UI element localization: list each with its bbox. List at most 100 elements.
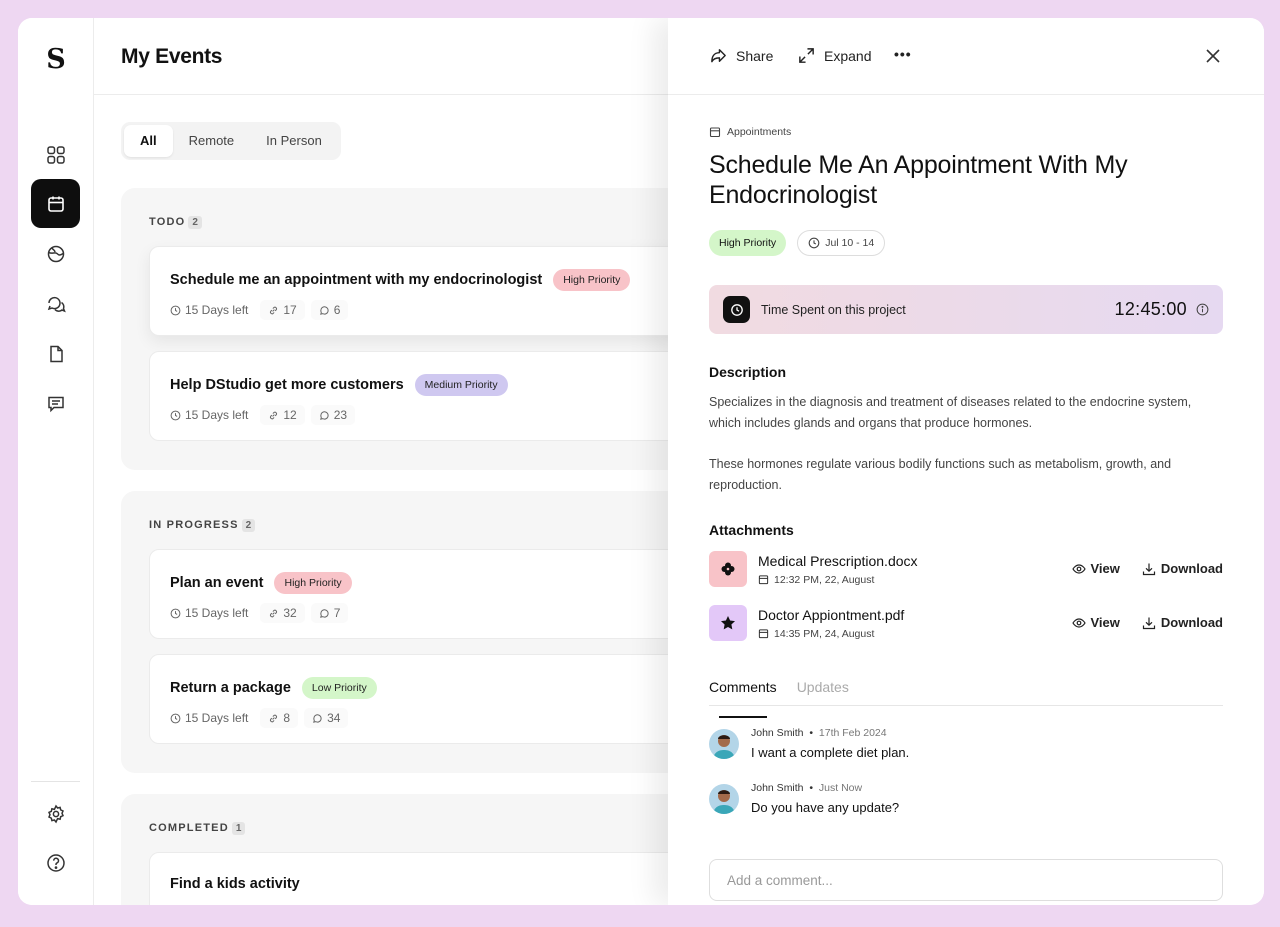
comment-count: 7 <box>310 603 349 623</box>
attachment-name[interactable]: Doctor Appiontment.pdf <box>758 607 904 623</box>
stopwatch-icon <box>723 296 750 323</box>
task-meta: 15 Days left 12 23 <box>170 405 688 425</box>
task-detail-title: Schedule Me An Appointment With My Endoc… <box>709 151 1128 209</box>
filter-tab-in-person[interactable]: In Person <box>250 125 338 157</box>
panel-header: Share Expand ••• <box>668 18 1264 95</box>
priority-badge: High Priority <box>709 230 787 256</box>
clock-icon <box>170 410 181 420</box>
comment-icon <box>319 410 329 420</box>
share-label: Share <box>736 47 774 64</box>
help-icon <box>46 853 65 872</box>
flower-icon <box>721 562 735 576</box>
sidebar-item-dashboard[interactable] <box>31 130 80 179</box>
link-icon <box>270 714 278 722</box>
sidebar-item-help[interactable] <box>31 838 80 887</box>
link-icon <box>270 306 278 314</box>
link-count: 32 <box>260 603 305 623</box>
attachment-date: 14:35 PM, 24, August <box>758 628 904 640</box>
group-in-progress: IN PROGRESS 2 Plan an event High Priority … <box>121 491 689 773</box>
comment-input[interactable] <box>709 859 1223 901</box>
calendar-icon <box>47 196 64 212</box>
sidebar-item-messages[interactable] <box>31 379 80 428</box>
group-title: TODO 2 <box>149 216 202 229</box>
view-button[interactable]: View <box>1071 615 1120 630</box>
download-button[interactable]: Download <box>1142 615 1223 630</box>
task-card[interactable]: Plan an event High Priority 15 Days left … <box>149 549 689 639</box>
globe-icon <box>47 245 64 262</box>
sidebar: S <box>18 18 94 905</box>
time-spent-bar: Time Spent on this project 12:45:00 <box>709 285 1223 334</box>
group-title: IN PROGRESS 2 <box>149 519 256 532</box>
sidebar-item-calendar[interactable] <box>31 179 80 228</box>
filter-tab-all[interactable]: All <box>124 125 173 157</box>
share-button[interactable]: Share <box>709 46 773 65</box>
expand-label: Expand <box>824 47 872 64</box>
events-board: My Events All Remote In Person TODO 2 Sch… <box>94 18 689 905</box>
link-icon <box>270 609 278 617</box>
app-window: S My Events All Remote In Person TODO 2 … <box>18 18 1264 905</box>
sidebar-item-documents[interactable] <box>31 329 80 378</box>
group-completed: COMPLETED 1 Find a kids activity <box>121 794 689 905</box>
tab-comments[interactable]: Comments <box>709 679 777 718</box>
comment-text: I want a complete diet plan. <box>751 745 910 760</box>
group-todo: TODO 2 Schedule me an appointment with my… <box>121 188 689 470</box>
view-button[interactable]: View <box>1071 561 1120 576</box>
download-button[interactable]: Download <box>1142 561 1223 576</box>
time-spent-value: 12:45:00 <box>1114 299 1187 319</box>
task-card[interactable]: Find a kids activity <box>149 852 689 905</box>
expand-button[interactable]: Expand <box>797 46 871 65</box>
task-card[interactable]: Schedule me an appointment with my endoc… <box>149 246 689 336</box>
close-icon[interactable] <box>1204 47 1222 65</box>
star-icon <box>721 616 735 630</box>
sidebar-item-chat[interactable] <box>31 279 80 328</box>
panel-body: Appointments Schedule Me An Appointment … <box>709 126 1223 901</box>
chat-icon <box>47 296 66 312</box>
info-icon[interactable] <box>1196 303 1209 316</box>
priority-badge: Medium Priority <box>414 374 508 396</box>
comment-meta: John Smith • 17th Feb 2024 <box>751 727 887 739</box>
group-count: 2 <box>188 216 202 229</box>
app-logo: S <box>46 44 66 75</box>
calendar-icon <box>758 629 769 639</box>
task-meta: 15 Days left 8 34 <box>170 708 688 728</box>
page-title: My Events <box>121 45 223 68</box>
task-title: Help DStudio get more customers <box>170 377 404 393</box>
calendar-icon <box>758 575 769 585</box>
calendar-icon <box>709 127 721 138</box>
priority-badge: High Priority <box>274 572 352 594</box>
document-icon <box>49 345 63 362</box>
comment-text: Do you have any update? <box>751 800 900 815</box>
filter-tab-remote[interactable]: Remote <box>173 125 251 157</box>
days-left: 15 Days left <box>170 603 254 623</box>
download-icon <box>1142 563 1155 575</box>
comment-time: Just Now <box>818 782 863 794</box>
description-text: Specializes in the diagnosis and treatme… <box>709 395 1192 430</box>
comment-author: John Smith <box>751 727 804 739</box>
attachments-heading: Attachments <box>709 522 794 538</box>
clock-icon <box>170 608 181 618</box>
attachment-thumb <box>709 551 747 587</box>
date-range-badge: Jul 10 - 14 <box>797 230 886 256</box>
task-card[interactable]: Help DStudio get more customers Medium Pr… <box>149 351 689 441</box>
description-text: These hormones regulate various bodily f… <box>709 457 1172 492</box>
event-filter: All Remote In Person <box>121 122 341 160</box>
task-detail-panel: Share Expand ••• Appointments Schedule M… <box>668 18 1264 905</box>
description-heading: Description <box>709 364 787 380</box>
tab-updates[interactable]: Updates <box>797 679 849 705</box>
download-icon <box>1142 617 1155 629</box>
comment-count: 23 <box>310 405 356 425</box>
group-title: COMPLETED 1 <box>149 822 246 835</box>
sidebar-item-settings[interactable] <box>31 789 80 838</box>
more-options-button[interactable]: ••• <box>894 46 912 62</box>
comment-item: John Smith • 17th Feb 2024 I want a comp… <box>709 727 1223 767</box>
share-icon <box>711 49 726 63</box>
breadcrumb: Appointments <box>709 126 1223 138</box>
attachment-name[interactable]: Medical Prescription.docx <box>758 553 918 569</box>
comment-icon <box>313 713 322 723</box>
group-count: 2 <box>241 519 256 532</box>
sidebar-item-globe[interactable] <box>31 229 80 278</box>
attachment-thumb <box>709 605 747 641</box>
time-spent-label: Time Spent on this project <box>761 303 906 317</box>
link-icon <box>270 411 278 419</box>
task-card[interactable]: Return a package Low Priority 15 Days lef… <box>149 654 689 744</box>
